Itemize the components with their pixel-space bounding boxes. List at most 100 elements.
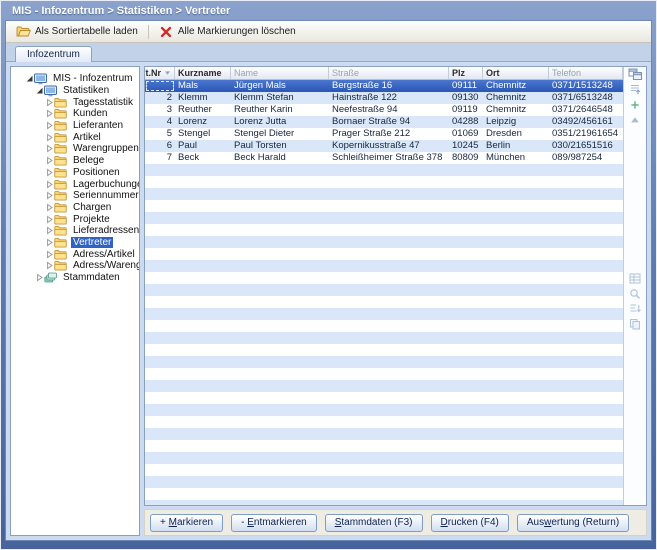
cell-ort[interactable]: Berlin: [483, 140, 549, 152]
cell-telefon[interactable]: 0371/2646548: [549, 104, 623, 116]
tree-item-projekte[interactable]: Projekte: [11, 213, 139, 225]
cell-vtnr[interactable]: 6: [145, 140, 175, 152]
expand-arrow-icon[interactable]: [44, 98, 54, 107]
tree-item-kunden[interactable]: Kunden: [11, 108, 139, 120]
cell-strasse[interactable]: Prager Straße 212: [329, 128, 449, 140]
column-header-ort[interactable]: Ort: [483, 67, 549, 79]
cell-strasse[interactable]: Kopernikusstraße 47: [329, 140, 449, 152]
expand-arrow-icon[interactable]: [44, 215, 54, 224]
expand-arrow-icon[interactable]: [44, 250, 54, 259]
cell-kurzname[interactable]: Reuther: [175, 104, 231, 116]
tree-item-lieferadressen[interactable]: Lieferadressen: [11, 225, 139, 237]
expand-arrow-icon[interactable]: [44, 180, 54, 189]
table-row[interactable]: MalsJürgen MalsBergstraße 1609111Chemnit…: [145, 80, 623, 92]
cell-plz[interactable]: 04288: [449, 116, 483, 128]
column-header-kurzname[interactable]: Kurzname: [175, 67, 231, 79]
cell-kurzname[interactable]: Lorenz: [175, 116, 231, 128]
column-header-strasse[interactable]: Straße: [329, 67, 449, 79]
cell-kurzname[interactable]: Paul: [175, 140, 231, 152]
cell-ort[interactable]: Chemnitz: [483, 80, 549, 92]
column-header-vtnr[interactable]: Vt.Nr: [145, 67, 175, 79]
tree-item-stammdaten[interactable]: Stammdaten: [11, 272, 139, 284]
unmark-button[interactable]: - Entmarkieren: [231, 514, 317, 532]
cell-vtnr[interactable]: 7: [145, 152, 175, 164]
cell-name[interactable]: Beck Harald: [231, 152, 329, 164]
tree-item-positionen[interactable]: Positionen: [11, 167, 139, 179]
tree-item-tagesstatistik[interactable]: Tagesstatistik: [11, 96, 139, 108]
cell-plz[interactable]: 10245: [449, 140, 483, 152]
scroll-up-icon[interactable]: [627, 113, 643, 126]
column-chooser-icon[interactable]: [627, 68, 643, 81]
cell-plz[interactable]: 09119: [449, 104, 483, 116]
cell-plz[interactable]: 09130: [449, 92, 483, 104]
table-row[interactable]: 6PaulPaul TorstenKopernikusstraße 471024…: [145, 140, 623, 152]
cell-strasse[interactable]: Neefestraße 94: [329, 104, 449, 116]
cell-strasse[interactable]: Hainstraße 122: [329, 92, 449, 104]
tree-item-mis-infozentrum[interactable]: MIS - Infozentrum: [11, 73, 139, 85]
cell-vtnr[interactable]: 5: [145, 128, 175, 140]
cell-kurzname[interactable]: Stengel: [175, 128, 231, 140]
cell-telefon[interactable]: 030/21651516: [549, 140, 623, 152]
expand-arrow-icon[interactable]: [44, 144, 54, 153]
column-header-telefon[interactable]: Telefon: [549, 67, 623, 79]
expand-arrow-icon[interactable]: [34, 273, 44, 282]
cell-ort[interactable]: Leipzig: [483, 116, 549, 128]
column-header-plz[interactable]: Plz: [449, 67, 483, 79]
cell-kurzname[interactable]: Klemm: [175, 92, 231, 104]
tree-item-artikel[interactable]: Artikel: [11, 131, 139, 143]
tree-item-warengruppen[interactable]: Warengruppen: [11, 143, 139, 155]
cell-ort[interactable]: Chemnitz: [483, 92, 549, 104]
expand-arrow-icon[interactable]: [44, 238, 54, 247]
copy-icon[interactable]: [627, 317, 643, 330]
expand-arrow-icon[interactable]: [44, 156, 54, 165]
clear-all-marks-button[interactable]: Alle Markierungen löschen: [153, 23, 302, 40]
stammdaten-button[interactable]: Stammdaten (F3): [325, 514, 423, 532]
tree-item-lieferanten[interactable]: Lieferanten: [11, 120, 139, 132]
cell-plz[interactable]: 01069: [449, 128, 483, 140]
cell-name[interactable]: Reuther Karin: [231, 104, 329, 116]
expand-arrow-icon[interactable]: [44, 133, 54, 142]
auswertung-button[interactable]: Auswertung (Return): [517, 514, 629, 532]
cell-name[interactable]: Stengel Dieter: [231, 128, 329, 140]
cell-telefon[interactable]: 0371/6513248: [549, 92, 623, 104]
cell-telefon[interactable]: 0351/21961654: [549, 128, 623, 140]
tree-item-statistiken[interactable]: Statistiken: [11, 85, 139, 97]
cell-telefon[interactable]: 089/987254: [549, 152, 623, 164]
table-row[interactable]: 2KlemmKlemm StefanHainstraße 12209130Che…: [145, 92, 623, 104]
cell-ort[interactable]: München: [483, 152, 549, 164]
cell-name[interactable]: Lorenz Jutta: [231, 116, 329, 128]
cell-name[interactable]: Paul Torsten: [231, 140, 329, 152]
tree-item-adress-artikel[interactable]: Adress/Artikel: [11, 248, 139, 260]
cell-telefon[interactable]: 0371/1513248: [549, 80, 623, 92]
tab-infozentrum[interactable]: Infozentrum: [15, 46, 92, 62]
collapse-arrow-icon[interactable]: [34, 86, 44, 95]
cell-kurzname[interactable]: Mals: [175, 80, 231, 92]
table-row[interactable]: 7BeckBeck HaraldSchleißheimer Straße 378…: [145, 152, 623, 164]
cell-strasse[interactable]: Bornaer Straße 94: [329, 116, 449, 128]
load-sort-table-button[interactable]: Als Sortiertabelle laden: [10, 23, 144, 40]
tree-item-seriennummern[interactable]: Seriennummern: [11, 190, 139, 202]
tree-item-vertreter[interactable]: Vertreter: [11, 237, 139, 249]
cell-ort[interactable]: Chemnitz: [483, 104, 549, 116]
drucken-button[interactable]: Drucken (F4): [431, 514, 509, 532]
cell-vtnr[interactable]: 4: [145, 116, 175, 128]
scroll-top-icon[interactable]: [627, 83, 643, 96]
search-icon[interactable]: [627, 287, 643, 300]
table-row[interactable]: 5StengelStengel DieterPrager Straße 2120…: [145, 128, 623, 140]
expand-arrow-icon[interactable]: [44, 109, 54, 118]
cell-name[interactable]: Klemm Stefan: [231, 92, 329, 104]
expand-arrow-icon[interactable]: [44, 261, 54, 270]
expand-arrow-icon[interactable]: [44, 226, 54, 235]
tree-item-chargen[interactable]: Chargen: [11, 202, 139, 214]
cell-vtnr[interactable]: [145, 80, 175, 92]
table-row[interactable]: 3ReutherReuther KarinNeefestraße 9409119…: [145, 104, 623, 116]
expand-arrow-icon[interactable]: [44, 168, 54, 177]
insert-icon[interactable]: [627, 98, 643, 111]
expand-arrow-icon[interactable]: [44, 121, 54, 130]
cell-plz[interactable]: 09111: [449, 80, 483, 92]
expand-arrow-icon[interactable]: [44, 191, 54, 200]
cell-kurzname[interactable]: Beck: [175, 152, 231, 164]
cell-ort[interactable]: Dresden: [483, 128, 549, 140]
table-row[interactable]: 4LorenzLorenz JuttaBornaer Straße 940428…: [145, 116, 623, 128]
cell-vtnr[interactable]: 3: [145, 104, 175, 116]
